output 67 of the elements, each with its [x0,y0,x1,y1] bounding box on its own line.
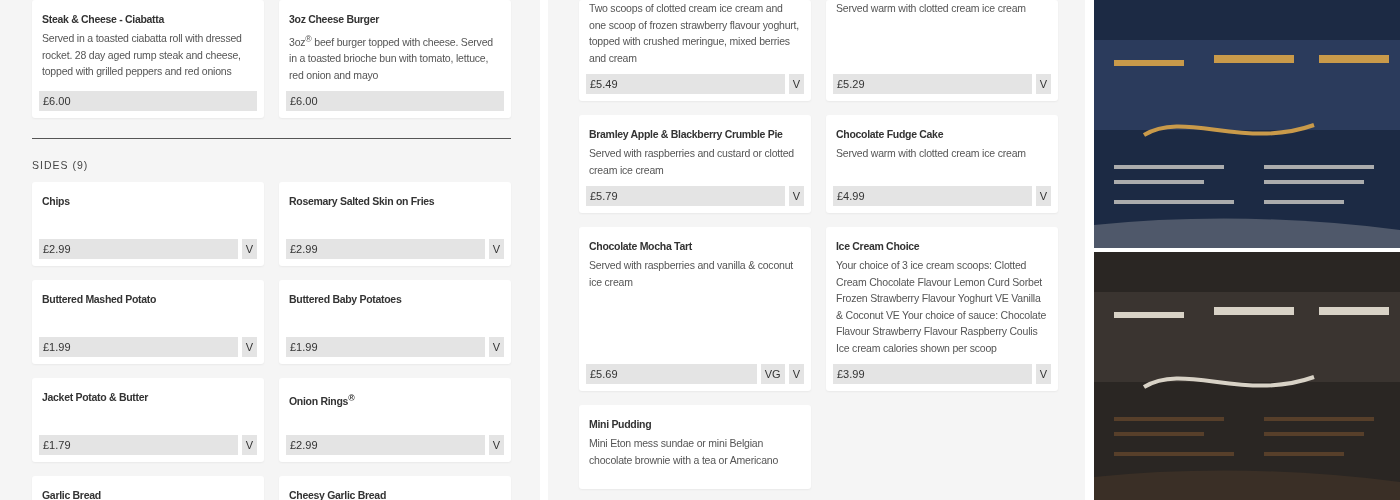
item-name: Chocolate Mocha Tart [588,239,693,254]
item-description: Served warm with clotted cream ice cream [835,146,1027,161]
menu-card[interactable]: Chips £2.99 V [32,182,264,266]
item-description: Served in a toasted ciabatta roll with dressed rocket. 28 day aged rump steak and cheese, topped with grilled peppers and red onions [41,31,243,79]
section-heading: SIDES (9) [32,158,90,172]
menu-card[interactable]: Mini Pudding Mini Eton mess sundae or mini Belgian chocolate brownie with a tea or Americano [579,405,811,489]
item-description: Served with raspberries and custard or clotted cream ice cream [588,146,795,178]
price-label: £5.29 [833,74,1032,94]
price-label: £2.99 [286,239,485,259]
item-name: Garlic Bread [41,488,102,500]
item-name: Mini Pudding [588,417,653,432]
item-name: Ice Cream Choice [835,239,921,254]
price-label: £2.99 [39,239,238,259]
menu-card[interactable]: Jacket Potato & Butter £1.79 V [32,378,264,462]
item-name: Chocolate Fudge Cake [835,127,945,142]
diet-tag: V [1035,74,1051,94]
diet-tag: V [241,337,257,357]
price-label: £6.00 [286,91,504,111]
diet-tag: V [1035,186,1051,206]
item-description: Served warm with clotted cream ice cream [835,1,1027,16]
menu-card[interactable]: Steak & Cheese - Ciabatta Served in a toasted ciabatta roll with dressed rocket. 28 day aged rump steak and cheese, topped with grilled peppers and red onions £6.00 [32,0,264,118]
menu-card[interactable]: 3oz Cheese Burger 3oz$^{®}$ beef burger topped with cheese. Served in a toasted brioche bun with tomato, lettuce, red onion and mayo £6.00 [279,0,511,118]
menu-card[interactable]: Buttered Baby Potatoes £1.99 V [279,280,511,364]
menu-card[interactable]: Two scoops of clotted cream ice cream and one scoop of frozen strawberry flavour yoghurt, topped with crushed meringue, mixed berries and cream £5.49 V [579,0,811,101]
price-label: £1.99 [39,337,238,357]
price-label: £3.99 [833,364,1032,384]
diet-tag: V [241,435,257,455]
item-description: Your choice of 3 ice cream scoops: Clotted Cream Chocolate Flavour Lemon Curd Sorbet Frozen Strawberry Flavour Yoghurt VE Vanilla & Coconut VE Your choice of sauce: Chocolate Flavour Strawberry Flavour Raspberry Coulis Ice cream calories shown per scoop [835,258,1048,356]
menu-card[interactable] [826,227,1058,391]
diet-tag: V [1035,364,1051,384]
price-label: £2.99 [286,435,485,455]
diet-tag: V [488,337,504,357]
item-name: Rosemary Salted Skin on Fries [288,194,436,209]
item-description: Two scoops of clotted cream ice cream and one scoop of frozen strawberry flavour yoghurt, topped with crushed meringue, mixed berries and cream [588,1,801,66]
diet-tag: V [488,435,504,455]
menu-card[interactable]: Rosemary Salted Skin on Fries £2.99 V [279,182,511,266]
menu-card[interactable]: Chocolate Fudge Cake Served warm with clotted cream ice cream £4.99 V [826,115,1058,213]
diet-tag: V [788,364,804,384]
price-label: £1.79 [39,435,238,455]
item-description: 3oz$^{®}$ beef burger topped with cheese. Served in a toasted brioche bun with tomato, lettuce, red onion and mayo [288,32,494,83]
price-label: £6.00 [39,91,257,111]
menu-card[interactable]: Onion Rings$^{®}$ £2.99 V [279,378,511,462]
item-name: Buttered Mashed Potato [41,292,158,307]
menu-card[interactable]: Chocolate Mocha Tart Served with raspberries and vanilla & coconut ice cream £5.69 VG V [579,227,811,391]
price-label: £5.79 [586,186,785,206]
item-name: Steak & Cheese - Ciabatta [41,12,166,27]
price-label: £1.99 [286,337,485,357]
price-label: £5.69 [586,364,757,384]
item-name: 3oz Cheese Burger [288,12,381,27]
diet-tag: V [788,74,804,94]
item-name: Onion Rings$^{®}$ [288,391,356,409]
menu-card[interactable]: Buttered Mashed Potato £1.99 V [32,280,264,364]
diet-tag: V [241,239,257,259]
item-name: Jacket Potato & Butter [41,390,150,405]
menu-card[interactable]: Served warm with clotted cream ice cream £5.29 V [826,0,1058,101]
menu-card[interactable]: Bramley Apple & Blackberry Crumble Pie Served with raspberries and custard or clotted cream ice cream £5.79 V [579,115,811,213]
diet-tag: VG [760,364,785,384]
item-name: Bramley Apple & Blackberry Crumble Pie [588,127,784,142]
diet-tag: V [488,239,504,259]
item-name: Chips [41,194,71,209]
price-label: £5.49 [586,74,785,94]
item-description: Served with raspberries and vanilla & coconut ice cream [588,258,795,290]
item-name: Buttered Baby Potatoes [288,292,403,307]
item-description: Mini Eton mess sundae or mini Belgian chocolate brownie with a tea or Americano [588,436,780,468]
menu-card[interactable]: Garlic Bread [32,476,264,500]
diet-tag: V [788,186,804,206]
price-label: £4.99 [833,186,1032,206]
